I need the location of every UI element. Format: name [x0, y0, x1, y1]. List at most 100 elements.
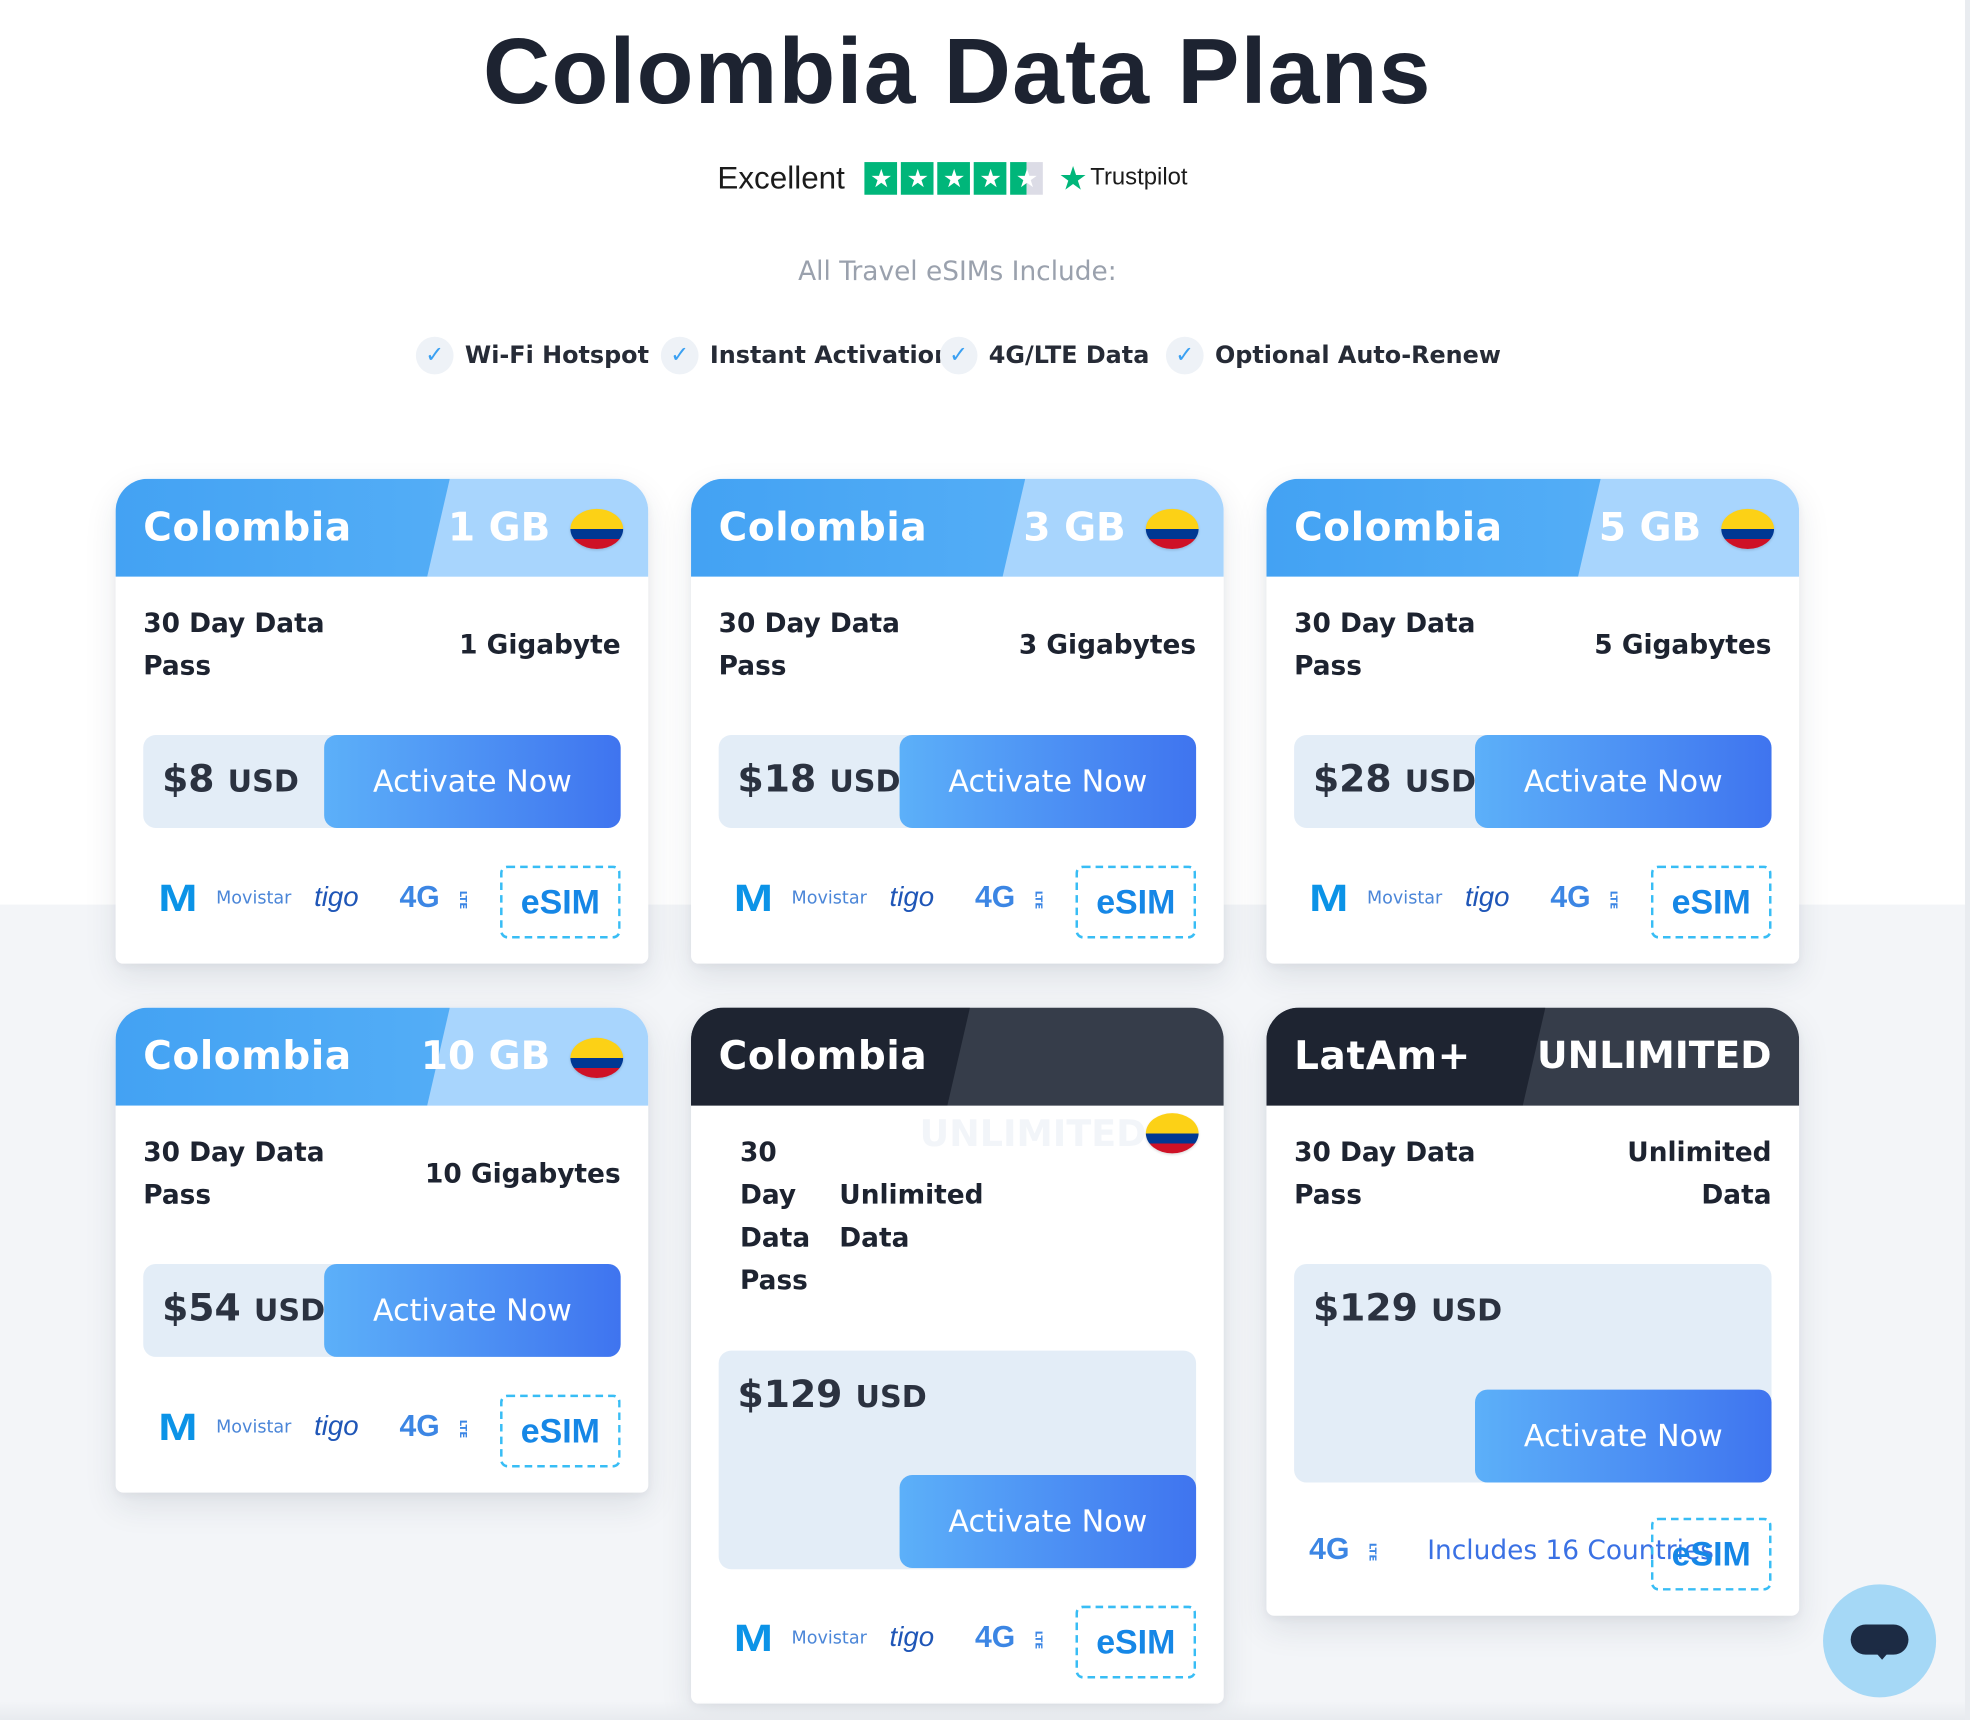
page: Colombia Data Plans Excellent ★ ★ ★ ★ ★ …: [0, 0, 1970, 1720]
esim-badge: eSIM: [1075, 865, 1197, 939]
plan-name: Colombia: [1294, 505, 1503, 551]
plan-header: Colombia 1 GB: [115, 478, 649, 577]
activate-now-button[interactable]: Activate Now: [899, 734, 1197, 828]
movistar-label: Movistar: [216, 888, 292, 909]
plan-card-3gb: Colombia 3 GB 30 Day Data Pass 3 Gigabyt…: [691, 478, 1224, 964]
colombia-flag-icon: [1145, 1113, 1199, 1154]
price-box: $54 USD Activate Now: [143, 1263, 621, 1357]
plan-card-latam-unlimited: LatAm+ UNLIMITED 30 Day Data Pass Unlimi…: [1266, 1007, 1800, 1616]
plan-card-1gb: Colombia 1 GB 30 Day Data Pass 1 Gigabyt…: [115, 478, 649, 964]
movistar-label: Movistar: [791, 1628, 867, 1649]
star-icon: ★: [901, 162, 935, 195]
lte-label: LTE: [457, 890, 469, 910]
movistar-logo-icon: M: [1309, 878, 1349, 920]
4g-logo: 4G: [1550, 880, 1591, 915]
carrier-logos: M Movistar tigo 4G LTE eSIM: [719, 865, 1197, 939]
trustpilot-rating[interactable]: Excellent ★ ★ ★ ★ ★ ★ Trustpilot: [717, 153, 1187, 203]
feature-4g-lte: ✓ 4G/LTE Data: [939, 336, 1150, 375]
feature-label: Instant Activation: [709, 341, 952, 370]
colombia-flag-icon: [1145, 508, 1199, 550]
check-icon: ✓: [1165, 336, 1204, 375]
esim-badge: eSIM: [500, 1394, 621, 1468]
activate-now-button[interactable]: Activate Now: [324, 1263, 621, 1357]
colombia-flag-icon: [1721, 508, 1775, 550]
plan-size: 3 GB: [1023, 505, 1126, 551]
plan-card-10gb: Colombia 10 GB 30 Day Data Pass 10 Gigab…: [115, 1007, 649, 1493]
feature-wifi-hotspot: ✓ Wi-Fi Hotspot: [415, 336, 649, 375]
activate-now-button[interactable]: Activate Now: [1475, 1389, 1772, 1483]
esim-badge: eSIM: [1650, 865, 1772, 939]
plan-card-colombia-unlimited: Colombia UNLIMITED 30 Day Data Pass Unli…: [691, 1007, 1224, 1704]
plan-amount: Unlimited Data: [839, 1179, 984, 1253]
activate-now-button[interactable]: Activate Now: [1475, 734, 1772, 828]
movistar-label: Movistar: [1366, 888, 1443, 909]
lte-label: LTE: [1032, 890, 1045, 910]
esim-badge: eSIM: [1650, 1517, 1772, 1591]
tigo-logo: tigo: [314, 880, 359, 913]
plan-size: 10 GB: [420, 1034, 551, 1080]
activate-now-button[interactable]: Activate Now: [324, 734, 621, 828]
plan-amount: 10 Gigabytes: [425, 1158, 621, 1189]
carrier-logos: M Movistar tigo 4G LTE eSIM: [143, 1394, 621, 1468]
plan-duration: 30 Day Data Pass: [1294, 1137, 1476, 1210]
price-box: $8 USD Activate Now: [143, 734, 621, 828]
plan-header: Colombia 3 GB: [691, 478, 1224, 577]
scrollbar-track[interactable]: [1965, 0, 1970, 1720]
colombia-flag-icon: [570, 1037, 624, 1078]
plan-name: Colombia: [143, 505, 352, 551]
feature-label: Wi-Fi Hotspot: [464, 341, 649, 370]
lte-label: LTE: [457, 1419, 469, 1439]
tigo-logo: tigo: [889, 880, 935, 913]
lte-label: LTE: [1032, 1630, 1045, 1650]
check-icon: ✓: [939, 336, 978, 375]
rating-stars: ★ ★ ★ ★ ★: [864, 162, 1044, 195]
plan-price: $8 USD: [162, 757, 299, 802]
plan-amount: Unlimited Data: [1627, 1137, 1772, 1210]
chat-button[interactable]: [1823, 1584, 1937, 1698]
plan-size-faint: UNLIMITED: [919, 1111, 1147, 1155]
carrier-logos: M Movistar tigo 4G LTE eSIM: [143, 865, 621, 939]
plan-card-5gb: Colombia 5 GB 30 Day Data Pass 5 Gigabyt…: [1266, 478, 1800, 964]
plan-name: LatAm+: [1294, 1034, 1471, 1080]
plan-price: $129 USD: [1312, 1286, 1503, 1331]
plan-price: $129 USD: [737, 1373, 927, 1418]
4g-logo: 4G: [974, 1620, 1016, 1655]
plan-size: 1 GB: [447, 505, 551, 551]
movistar-logo-icon: M: [158, 1407, 198, 1449]
price-box: $28 USD Activate Now: [1294, 734, 1772, 828]
plan-header: Colombia 10 GB: [115, 1007, 649, 1106]
plan-size: 5 GB: [1598, 505, 1702, 551]
4g-logo: 4G: [399, 1409, 440, 1444]
includes-heading: All Travel eSIMs Include:: [798, 256, 1117, 287]
feature-label: 4G/LTE Data: [988, 341, 1150, 370]
plan-amount: 1 Gigabyte: [459, 629, 621, 660]
check-icon: ✓: [660, 336, 699, 375]
feature-label: Optional Auto-Renew: [1214, 341, 1501, 370]
page-bottom-edge: [0, 1701, 1966, 1720]
movistar-logo-icon: M: [733, 878, 774, 920]
star-icon: ★: [937, 162, 971, 195]
trustpilot-wordmark: Trustpilot: [1090, 164, 1188, 191]
plan-duration: 30 Day Data Pass: [1294, 608, 1476, 681]
movistar-label: Movistar: [216, 1417, 292, 1438]
activate-now-button[interactable]: Activate Now: [899, 1475, 1197, 1568]
plan-duration: 30 Day Data Pass: [740, 1137, 811, 1296]
esim-badge: eSIM: [1075, 1605, 1197, 1679]
star-icon: ★: [864, 162, 898, 195]
tigo-logo: tigo: [889, 1620, 935, 1653]
star-icon: ★: [974, 162, 1007, 195]
plan-duration: 30 Day Data Pass: [143, 608, 325, 681]
plan-price: $28 USD: [1312, 757, 1476, 802]
rating-label: Excellent: [717, 160, 845, 196]
movistar-logo-icon: M: [158, 878, 198, 920]
trustpilot-logo[interactable]: ★ Trustpilot: [1058, 159, 1187, 198]
4g-logo: 4G: [1309, 1532, 1350, 1567]
lte-label: LTE: [1366, 1542, 1379, 1562]
tigo-logo: tigo: [314, 1409, 359, 1442]
plan-name: Colombia: [718, 1034, 928, 1080]
lte-label: LTE: [1608, 890, 1620, 910]
movistar-logo-icon: M: [733, 1618, 774, 1660]
page-title: Colombia Data Plans: [483, 18, 1432, 124]
price-box: $18 USD Activate Now: [718, 734, 1197, 828]
carrier-logos: 4G LTE Includes 16 Countries eSIM: [1294, 1517, 1772, 1591]
